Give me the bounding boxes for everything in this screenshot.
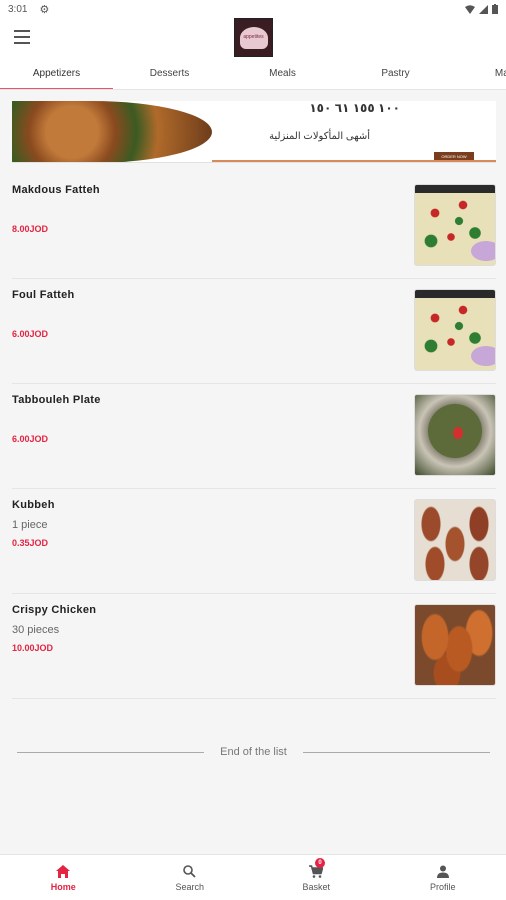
nav-profile-label: Profile — [429, 881, 456, 892]
nav-home[interactable]: Home — [0, 855, 127, 900]
home-icon — [56, 864, 71, 880]
item-name: Tabbouleh Plate — [12, 394, 101, 406]
item-description: 30 pieces — [12, 624, 60, 636]
battery-icon — [492, 4, 498, 14]
end-of-list: End of the list — [17, 742, 490, 762]
list-item[interactable]: Tabbouleh Plate 6.00JOD — [12, 384, 496, 489]
divider-line — [17, 751, 205, 753]
nav-home-label: Home — [50, 881, 76, 892]
banner-headline: ١٠٠ ١٥٥ ٦١ ١٥٠ — [309, 101, 400, 115]
tab-appetizers[interactable]: Appetizers — [0, 60, 113, 89]
status-bar: 3:01 ⚙ — [0, 0, 506, 18]
list-item[interactable]: Foul Fatteh 6.00JOD — [12, 279, 496, 384]
banner-food-image — [12, 101, 212, 162]
signal-icon — [479, 4, 488, 14]
tab-pastry[interactable]: Pastry — [339, 60, 452, 89]
app-bar: appetites — [0, 18, 506, 60]
item-price: 6.00JOD — [12, 329, 49, 339]
item-name: Kubbeh — [12, 499, 55, 511]
item-image — [414, 604, 496, 686]
menu-list[interactable]: ١٠٠ ١٥٥ ٦١ ١٥٠ أشهى المأكولات المنزلية O… — [0, 91, 506, 854]
list-item[interactable]: Kubbeh 1 piece 0.35JOD — [12, 489, 496, 594]
end-of-list-text: End of the list — [220, 746, 287, 758]
menu-icon[interactable] — [14, 30, 30, 44]
item-description: 1 piece — [12, 519, 48, 531]
banner-tagline: أشهى المأكولات المنزلية — [269, 131, 370, 142]
basket-count-badge: 0 — [315, 858, 325, 868]
person-icon — [436, 864, 449, 880]
item-price: 8.00JOD — [12, 224, 49, 234]
item-price: 6.00JOD — [12, 434, 49, 444]
nav-search[interactable]: Search — [127, 855, 254, 900]
banner-divider — [212, 160, 496, 162]
nav-search-label: Search — [175, 881, 205, 892]
item-price: 0.35JOD — [12, 538, 49, 548]
tab-main[interactable]: Main I — [452, 60, 506, 89]
item-image — [414, 184, 496, 266]
item-name: Foul Fatteh — [12, 289, 75, 301]
settings-gear-icon: ⚙ — [39, 3, 50, 16]
item-price: 10.00JOD — [12, 643, 54, 653]
category-tabs: Appetizers Desserts Meals Pastry Main I — [0, 60, 506, 90]
promo-banner[interactable]: ١٠٠ ١٥٥ ٦١ ١٥٠ أشهى المأكولات المنزلية O… — [12, 101, 496, 163]
bottom-navigation: Home Search 0 Basket Profile — [0, 854, 506, 900]
item-image — [414, 289, 496, 371]
divider-line — [302, 751, 490, 753]
list-item[interactable]: Crispy Chicken 30 pieces 10.00JOD — [12, 594, 496, 699]
status-time: 3:01 — [8, 3, 28, 15]
app-logo: appetites — [234, 18, 273, 57]
nav-profile[interactable]: Profile — [380, 855, 506, 900]
wifi-icon — [465, 4, 475, 14]
tab-desserts[interactable]: Desserts — [113, 60, 226, 89]
nav-basket-label: Basket — [302, 881, 330, 892]
tab-meals[interactable]: Meals — [226, 60, 339, 89]
nav-basket[interactable]: 0 Basket — [253, 855, 380, 900]
item-image — [414, 499, 496, 581]
list-item[interactable]: Makdous Fatteh 8.00JOD — [12, 174, 496, 279]
item-name: Makdous Fatteh — [12, 184, 100, 196]
item-image — [414, 394, 496, 476]
search-icon — [183, 864, 196, 880]
logo-text: appetites — [239, 26, 268, 49]
status-icons — [465, 4, 498, 14]
item-name: Crispy Chicken — [12, 604, 97, 616]
